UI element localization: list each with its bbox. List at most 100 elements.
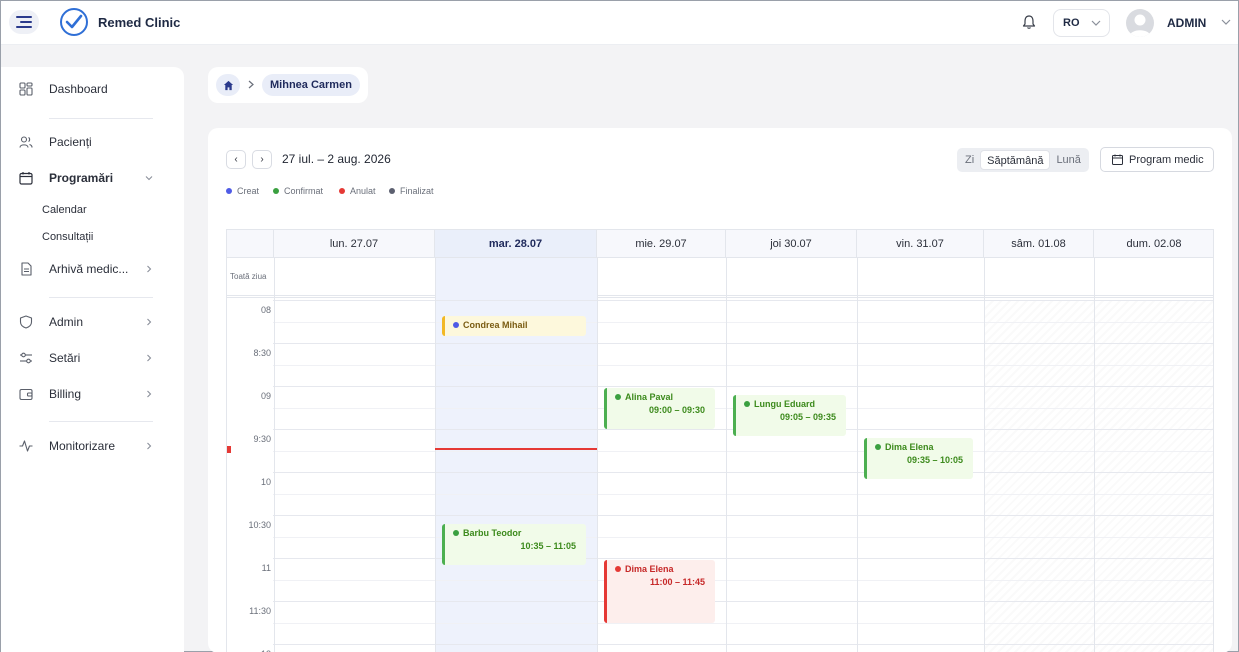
time-slot-line [273,558,1213,559]
calendar-icon [19,172,33,185]
appointment-event[interactable]: Barbu Teodor 10:35 – 11:05 [442,524,586,566]
legend-dot [389,188,395,194]
sidebar-subitem-consultations[interactable]: Consultații [42,231,93,243]
day-column-divider [597,230,598,652]
sidebar-item-dashboard[interactable]: Dashboard [1,75,184,103]
legend-label: Creat [237,186,260,196]
legend-label: Confirmat [284,186,324,196]
sidebar-item-admin[interactable]: Admin [1,308,184,336]
activity-icon [19,440,33,452]
sidebar-item-label: Arhivă medic... [49,262,129,276]
day-header[interactable]: joi 30.07 [726,230,857,258]
user-avatar[interactable] [1126,9,1154,37]
legend-dot [226,188,232,194]
sidebar-item-billing[interactable]: Billing [1,380,184,408]
sidebar-item-label: Monitorizare [49,439,116,453]
weekend-column [984,300,1094,652]
view-week-button[interactable]: Săptămână [980,150,1051,170]
menu-toggle-button[interactable] [9,10,39,34]
day-header[interactable]: dum. 02.08 [1094,230,1213,258]
view-month-button[interactable]: Lună [1050,150,1086,170]
time-label: 09 [260,391,271,401]
time-slot-line [273,300,1213,301]
view-switcher: Zi Săptămână Lună [957,148,1089,172]
sidebar-item-label: Programări [49,171,114,185]
legend-item-finalized: Finalizat [389,186,434,196]
sidebar-item-settings[interactable]: Setări [1,344,184,372]
time-slot-half-line [273,580,1213,581]
sidebar-item-patients[interactable]: Pacienți [1,128,184,156]
prev-week-button[interactable]: ‹ [226,150,246,169]
day-column-divider [274,230,275,652]
doctor-schedule-button[interactable]: Program medic [1100,147,1214,172]
time-slot-half-line [273,322,1213,323]
chevron-down-icon [145,176,153,181]
event-status-dot [453,530,459,537]
date-range: 27 iul. – 2 aug. 2026 [282,152,391,166]
sidebar-subitem-calendar[interactable]: Calendar [42,204,87,216]
appointment-event[interactable]: Dima Elena 11:00 – 11:45 [604,560,715,623]
legend-label: Finalizat [400,186,434,196]
sidebar-item-label: Billing [49,387,82,401]
event-status-dot [615,566,621,572]
app-title: Remed Clinic [98,15,181,30]
time-slot-line [273,515,1213,516]
event-status-dot [453,322,459,329]
notifications-bell-icon[interactable] [1021,14,1037,30]
user-name[interactable]: ADMIN [1167,16,1206,30]
day-column-divider [984,230,985,652]
user-menu-chevron-icon[interactable] [1221,18,1231,26]
sidebar-item-label: Dashboard [49,82,108,96]
file-icon [21,262,32,276]
top-bar: Remed Clinic RO ADMIN [1,1,1238,45]
day-column-divider [1094,230,1095,652]
event-title: Condrea Mihail [453,320,586,330]
breadcrumb-home[interactable] [216,74,240,96]
sidebar-item-appointments[interactable]: Programări [1,164,184,192]
event-patient-name: Barbu Teodor [463,528,522,539]
all-day-row: Toată ziua [227,258,1213,298]
time-slot-half-line [273,451,1213,452]
time-label: 10:30 [248,520,271,530]
day-header[interactable]: lun. 27.07 [274,230,435,258]
time-label: 11:30 [249,606,271,616]
sidebar-item-monitoring[interactable]: Monitorizare [1,432,184,460]
day-header[interactable]: mar. 28.07 [435,230,597,258]
chevron-right-icon [147,390,152,398]
time-slot-line [273,472,1213,473]
time-label: 10 [260,477,271,487]
appointment-event[interactable]: Alina Paval 09:00 – 09:30 [604,388,715,429]
time-slot-half-line [273,365,1213,366]
clinic-logo-icon [60,8,88,36]
language-label: RO [1063,17,1080,29]
next-week-button[interactable]: › [252,150,272,169]
event-title: Dima Elena [875,442,973,452]
sidebar-divider [49,421,153,422]
users-icon [19,136,33,148]
language-select[interactable]: RO [1053,9,1110,37]
time-label: 8:30 [253,348,271,358]
event-patient-name: Condrea Mihail [463,320,528,331]
time-slot-half-line [273,494,1213,495]
current-time-marker [227,446,231,453]
legend-item-created: Creat [226,186,259,196]
appointment-event[interactable]: Condrea Mihail [442,316,586,337]
legend-label: Anulat [350,186,376,196]
chevron-right-icon [147,354,152,362]
day-header[interactable]: sâm. 01.08 [984,230,1094,258]
appointment-event[interactable]: Dima Elena 09:35 – 10:05 [864,438,973,480]
weekend-column [1094,300,1213,652]
view-day-button[interactable]: Zi [959,150,980,170]
chevron-down-icon [1091,20,1101,26]
day-column-divider [857,230,858,652]
appointment-event[interactable]: Lungu Eduard 09:05 – 09:35 [733,395,846,437]
sidebar-item-medical-archive[interactable]: Arhivă medic... [1,255,184,283]
day-header[interactable]: vin. 31.07 [857,230,984,258]
user-avatar-icon [1129,14,1151,37]
sidebar-divider [49,297,153,298]
day-header[interactable]: mie. 29.07 [597,230,726,258]
event-title: Lungu Eduard [744,399,846,409]
header-corner [227,230,274,258]
calendar-card: ‹ › 27 iul. – 2 aug. 2026 Creat Confirma… [208,128,1232,652]
hamburger-icon [16,16,32,28]
